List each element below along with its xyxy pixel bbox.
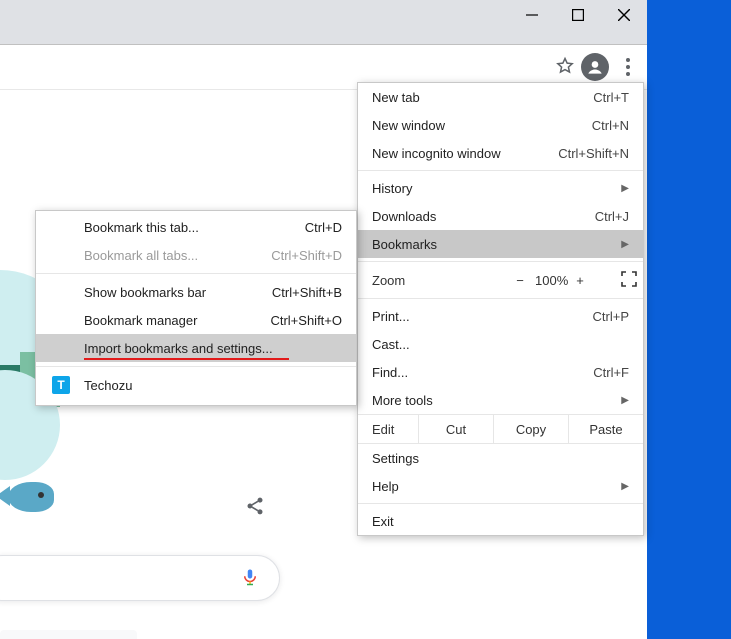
menu-divider xyxy=(358,298,643,299)
submenu-bookmark-manager[interactable]: Bookmark manager Ctrl+Shift+O xyxy=(36,306,356,334)
menu-print[interactable]: Print... Ctrl+P xyxy=(358,302,643,330)
chevron-right-icon: ▶ xyxy=(621,239,629,250)
edit-paste-button[interactable]: Paste xyxy=(568,415,643,443)
menu-divider xyxy=(358,503,643,504)
window-titlebar xyxy=(0,0,647,44)
chevron-right-icon: ▶ xyxy=(621,183,629,194)
submenu-bookmark-all-tabs: Bookmark all tabs... Ctrl+Shift+D xyxy=(36,241,356,269)
favicon-icon: T xyxy=(52,376,70,394)
bookmark-star-icon[interactable] xyxy=(555,56,575,79)
menu-downloads[interactable]: Downloads Ctrl+J xyxy=(358,202,643,230)
submenu-divider xyxy=(36,273,356,274)
menu-help[interactable]: Help ▶ xyxy=(358,472,643,500)
submenu-import-bookmarks[interactable]: Import bookmarks and settings... xyxy=(36,334,356,362)
zoom-level-value: 100% xyxy=(535,273,565,288)
kebab-menu-icon[interactable] xyxy=(615,54,641,80)
menu-more-tools[interactable]: More tools ▶ xyxy=(358,386,643,414)
red-underline-annotation xyxy=(84,358,289,361)
edit-cut-button[interactable]: Cut xyxy=(418,415,493,443)
minimize-button[interactable] xyxy=(509,0,555,30)
chevron-right-icon: ▶ xyxy=(621,481,629,492)
submenu-divider xyxy=(36,366,356,367)
menu-new-incognito[interactable]: New incognito window Ctrl+Shift+N xyxy=(358,139,643,167)
menu-cast[interactable]: Cast... xyxy=(358,330,643,358)
chrome-main-menu: New tab Ctrl+T New window Ctrl+N New inc… xyxy=(357,82,644,536)
submenu-bookmark-item[interactable]: T Techozu xyxy=(36,371,356,399)
close-button[interactable] xyxy=(601,0,647,30)
edit-copy-button[interactable]: Copy xyxy=(493,415,568,443)
zoom-in-button[interactable]: + xyxy=(565,273,595,288)
menu-divider xyxy=(358,170,643,171)
bookmarks-submenu: Bookmark this tab... Ctrl+D Bookmark all… xyxy=(35,210,357,406)
maximize-button[interactable] xyxy=(555,0,601,30)
submenu-bookmark-this-tab[interactable]: Bookmark this tab... Ctrl+D xyxy=(36,213,356,241)
profile-avatar-icon[interactable] xyxy=(581,53,609,81)
menu-settings[interactable]: Settings xyxy=(358,444,643,472)
menu-new-window[interactable]: New window Ctrl+N xyxy=(358,111,643,139)
menu-divider xyxy=(358,261,643,262)
google-search-input[interactable] xyxy=(0,555,280,601)
voice-search-icon[interactable] xyxy=(241,566,259,591)
illustration-fish xyxy=(0,478,55,516)
menu-new-tab[interactable]: New tab Ctrl+T xyxy=(358,83,643,111)
menu-find[interactable]: Find... Ctrl+F xyxy=(358,358,643,386)
menu-history[interactable]: History ▶ xyxy=(358,174,643,202)
menu-edit-row: Edit Cut Copy Paste xyxy=(358,414,643,444)
chevron-right-icon: ▶ xyxy=(621,395,629,406)
menu-zoom-row: Zoom − 100% + xyxy=(358,265,643,295)
chrome-window: I'm Feeling Lucky Bookmark this tab... C… xyxy=(0,0,647,639)
zoom-out-button[interactable]: − xyxy=(505,273,535,288)
submenu-show-bookmarks-bar[interactable]: Show bookmarks bar Ctrl+Shift+B xyxy=(36,278,356,306)
menu-bookmarks[interactable]: Bookmarks ▶ xyxy=(358,230,643,258)
share-icon[interactable] xyxy=(245,496,265,519)
lucky-button[interactable]: I'm Feeling Lucky xyxy=(0,630,137,639)
menu-exit[interactable]: Exit xyxy=(358,507,643,535)
fullscreen-icon[interactable] xyxy=(621,271,637,290)
